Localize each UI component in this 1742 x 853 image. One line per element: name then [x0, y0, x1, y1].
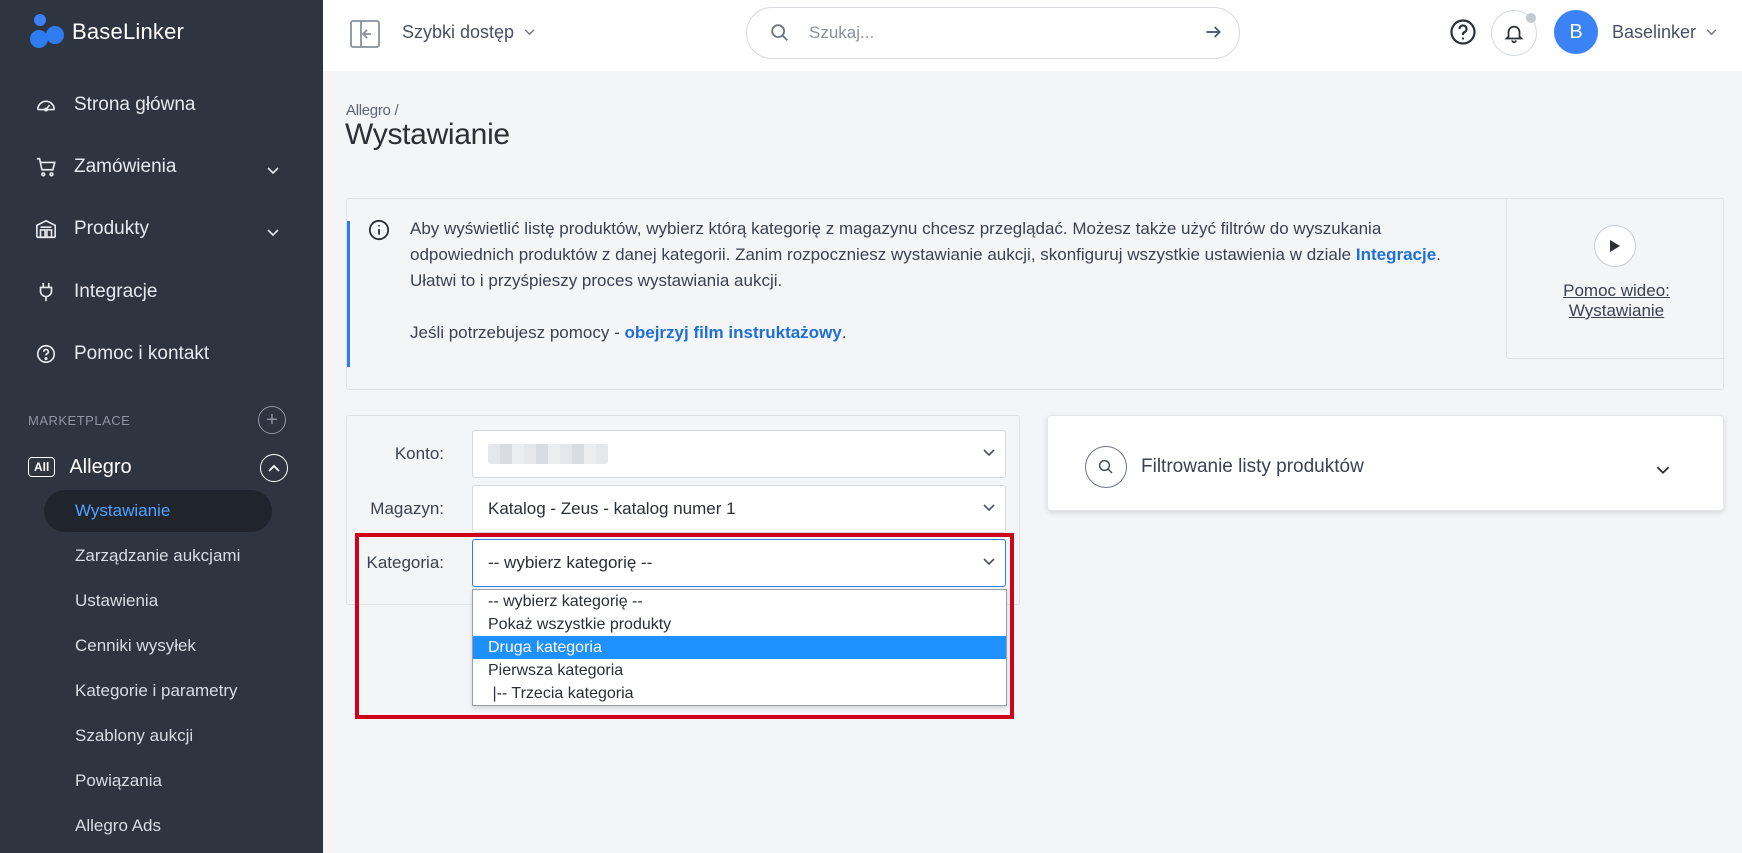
help-paragraph: Jeśli potrzebujesz pomocy - obejrzyj fil…: [410, 323, 847, 342]
chevron-down-icon: [267, 159, 279, 181]
chevron-down-icon: [983, 504, 995, 512]
page-title: Wystawianie: [345, 118, 510, 151]
user-menu[interactable]: Baselinker: [1612, 22, 1717, 43]
topbar: Szybki dostęp B Baselinker: [323, 0, 1742, 71]
dropdown-option[interactable]: Pokaż wszystkie produkty: [473, 613, 1006, 636]
sidebar-toggle-icon[interactable]: [349, 18, 381, 50]
kategoria-dropdown-list: -- wybierz kategorię -- Pokaż wszystkie …: [472, 589, 1007, 706]
konto-label: Konto:: [394, 444, 444, 463]
collapse-toggle-button[interactable]: [260, 454, 288, 482]
info-accent-bar: [347, 221, 350, 367]
search-icon: [771, 24, 788, 41]
kategoria-select[interactable]: -- wybierz kategorię --: [472, 539, 1006, 587]
brand-logo[interactable]: BaseLinker: [30, 14, 184, 50]
search-bar: [746, 7, 1240, 59]
sidebar-item-help[interactable]: Pomoc i kontakt: [0, 330, 323, 378]
chevron-down-icon: [524, 29, 535, 36]
add-marketplace-button[interactable]: +: [258, 406, 286, 434]
filter-title: Filtrowanie listy produktów: [1141, 456, 1364, 477]
chevron-down-icon[interactable]: [1656, 466, 1670, 475]
kategoria-value: -- wybierz kategorię --: [488, 553, 653, 572]
all-badge: All: [28, 457, 56, 477]
subnav-wystawianie[interactable]: Wystawianie: [44, 490, 272, 532]
play-icon[interactable]: [1594, 225, 1636, 267]
help-icon[interactable]: [1449, 18, 1477, 46]
sidebar-item-label: Zamówienia: [74, 156, 177, 177]
info-paragraph: Aby wyświetlić listę produktów, wybierz …: [410, 219, 1441, 290]
integracje-link[interactable]: Integracje: [1356, 245, 1436, 264]
video-help-link[interactable]: Pomoc wideo: Wystawianie: [1507, 281, 1726, 321]
sidebar-item-label: Produkty: [74, 218, 149, 239]
subnav-ustawienia[interactable]: Ustawienia: [44, 580, 272, 622]
sidebar-item-home[interactable]: Strona główna: [0, 81, 323, 129]
sidebar-item-label: Strona główna: [74, 94, 196, 115]
dropdown-option[interactable]: Pierwsza kategoria: [473, 659, 1006, 682]
plug-icon: [34, 280, 58, 304]
konto-select[interactable]: [472, 430, 1006, 478]
sidebar-item-label: Integracje: [74, 281, 158, 302]
sidebar: BaseLinker Strona główna Zamówienia Prod…: [0, 0, 323, 853]
subnav-zarzadzanie-aukcjami[interactable]: Zarządzanie aukcjami: [44, 535, 272, 577]
blurred-account-value: [488, 444, 608, 464]
search-input[interactable]: [809, 23, 1189, 43]
section-label-marketplace: MARKETPLACE: [28, 413, 131, 428]
video-help-box[interactable]: Pomoc wideo: Wystawianie: [1506, 198, 1725, 359]
warehouse-icon: [34, 217, 58, 241]
subnav-szablony-aukcji[interactable]: Szablony aukcji: [44, 715, 272, 757]
subnav-kategorie-i-parametry[interactable]: Kategorie i parametry: [44, 670, 272, 712]
cart-icon: [34, 155, 58, 179]
filter-panel[interactable]: Filtrowanie listy produktów: [1047, 415, 1724, 511]
quick-access-menu[interactable]: Szybki dostęp: [402, 22, 535, 43]
dashboard-icon: [34, 93, 58, 117]
tutorial-video-link[interactable]: obejrzyj film instruktażowy: [624, 323, 841, 342]
dropdown-option[interactable]: |-- Trzecia kategoria: [473, 682, 1006, 705]
arrow-right-icon[interactable]: [1203, 22, 1223, 42]
info-icon: [368, 219, 390, 241]
dropdown-option-highlighted[interactable]: Druga kategoria: [473, 636, 1006, 659]
subnav-cenniki-wysylek[interactable]: Cenniki wysyłek: [44, 625, 272, 667]
sidebar-item-label: Pomoc i kontakt: [74, 343, 210, 364]
info-panel: Aby wyświetlić listę produktów, wybierz …: [346, 198, 1725, 390]
search-icon: [1085, 446, 1127, 488]
chevron-down-icon: [267, 221, 279, 243]
notification-dot: [1526, 13, 1536, 23]
breadcrumb[interactable]: Allegro /: [346, 102, 399, 119]
kategoria-label: Kategoria:: [366, 553, 445, 572]
help-circle-icon: [34, 342, 58, 366]
chevron-down-icon: [983, 558, 995, 566]
chevron-down-icon: [983, 449, 995, 457]
sidebar-item-orders[interactable]: Zamówienia: [0, 143, 323, 191]
logo-mark-icon: [30, 14, 64, 50]
dropdown-option[interactable]: -- wybierz kategorię --: [473, 590, 1006, 613]
info-text: Aby wyświetlić listę produktów, wybierz …: [410, 216, 1450, 346]
user-name-label: Baselinker: [1612, 22, 1697, 42]
marketplace-allegro[interactable]: All Allegro: [28, 452, 288, 482]
magazyn-label: Magazyn:: [370, 499, 444, 518]
magazyn-value: Katalog - Zeus - katalog numer 1: [488, 499, 736, 518]
sidebar-item-products[interactable]: Produkty: [0, 205, 323, 253]
bell-icon: [1504, 25, 1524, 44]
chevron-down-icon: [1706, 29, 1717, 36]
sidebar-item-integrations[interactable]: Integracje: [0, 268, 323, 316]
avatar[interactable]: B: [1554, 10, 1598, 54]
quick-access-label: Szybki dostęp: [402, 22, 515, 42]
subnav-allegro-ads[interactable]: Allegro Ads: [44, 805, 272, 847]
brand-name: BaseLinker: [72, 19, 185, 44]
subnav-powiazania[interactable]: Powiązania: [44, 760, 272, 802]
magazyn-select[interactable]: Katalog - Zeus - katalog numer 1: [472, 485, 1006, 533]
marketplace-label: Allegro: [69, 455, 132, 478]
